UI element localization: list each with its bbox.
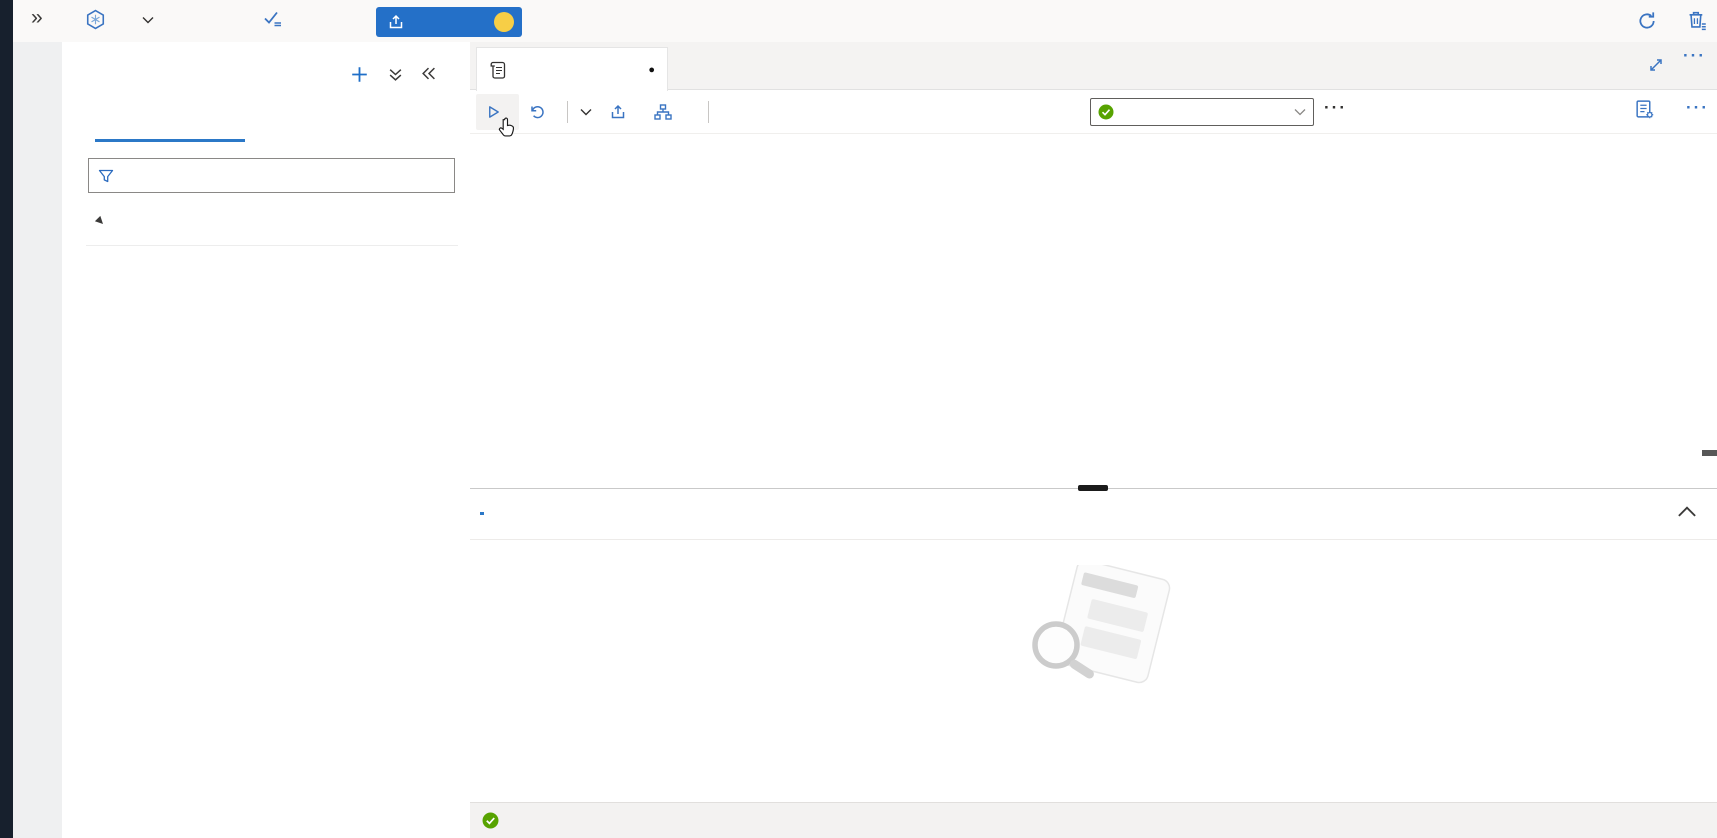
toolbar-more-icon[interactable] [1324, 98, 1347, 118]
results-panel [470, 488, 1717, 802]
tab-results[interactable] [480, 502, 484, 515]
editor-region [470, 42, 1717, 838]
publish-button[interactable] [600, 94, 644, 130]
expand-arrow-icon[interactable]: ▶ [94, 215, 113, 234]
filter-resources-box [88, 158, 455, 193]
synapse-logo-icon [85, 9, 106, 30]
tab-workspace[interactable] [95, 104, 245, 142]
toolbar-divider [708, 101, 709, 123]
filter-funnel-icon [98, 168, 114, 184]
undo-button[interactable] [519, 94, 563, 130]
collapse-all-icon[interactable] [388, 67, 403, 82]
success-check-icon [482, 812, 499, 829]
expand-toolbar-icon[interactable] [31, 6, 43, 30]
mode-selector[interactable] [85, 9, 154, 30]
top-command-bar [13, 0, 1717, 43]
discard-all-icon[interactable] [1686, 9, 1707, 31]
code-area[interactable] [470, 134, 1717, 488]
no-results-empty-state [470, 565, 1717, 711]
filter-resources-input[interactable] [121, 159, 450, 194]
play-icon [486, 104, 501, 120]
unsaved-indicator-icon [648, 64, 655, 76]
results-tabstrip [470, 489, 1717, 540]
run-button[interactable] [476, 94, 519, 130]
undo-icon [529, 104, 545, 120]
validate-all-button[interactable] [263, 9, 292, 28]
results-resize-handle[interactable] [1078, 485, 1108, 491]
collapse-panel-icon[interactable] [421, 67, 436, 80]
mode-chevron-down-icon[interactable] [142, 16, 154, 24]
tab-sql-script-1[interactable] [476, 47, 668, 91]
editor-more-icon[interactable] [1683, 46, 1706, 66]
tree-separator [86, 245, 458, 246]
undo-redo-chevron-icon[interactable] [572, 94, 600, 130]
tab-messages[interactable] [518, 505, 522, 515]
publish-icon [610, 104, 626, 120]
properties-icon[interactable] [1634, 99, 1655, 120]
no-results-illustration-icon [1006, 565, 1181, 693]
toolbar-overflow-icon[interactable] [1686, 98, 1709, 118]
editor-toolbar [470, 90, 1717, 134]
query-plan-button[interactable] [644, 94, 690, 130]
data-panel: ▶ [62, 42, 471, 838]
pool-chevron-down-icon [1294, 108, 1306, 116]
sql-script-icon [489, 60, 507, 80]
publish-all-button[interactable] [376, 7, 522, 37]
publish-count-badge [494, 12, 514, 32]
pool-status-check-icon [1098, 104, 1114, 120]
publish-upload-icon [388, 14, 404, 30]
synapse-studio-app: ▶ [0, 0, 1717, 838]
toolbar-divider [567, 101, 568, 123]
document-tabstrip [470, 42, 1717, 90]
refresh-icon[interactable] [1637, 11, 1657, 31]
pool-select-dropdown[interactable] [1090, 98, 1314, 126]
query-status-bar [470, 802, 1717, 838]
collapse-results-icon[interactable] [1677, 505, 1697, 518]
validate-icon [263, 9, 283, 28]
query-plan-icon [654, 104, 672, 120]
tree-root-sql-database[interactable]: ▶ [62, 202, 470, 245]
nav-rail [13, 42, 63, 838]
tab-linked[interactable] [271, 104, 421, 142]
expand-editor-icon[interactable] [1648, 57, 1664, 73]
left-edge-strip [0, 0, 13, 838]
editor-scrollbar-marker[interactable] [1702, 450, 1717, 456]
add-resource-icon[interactable] [351, 66, 368, 83]
